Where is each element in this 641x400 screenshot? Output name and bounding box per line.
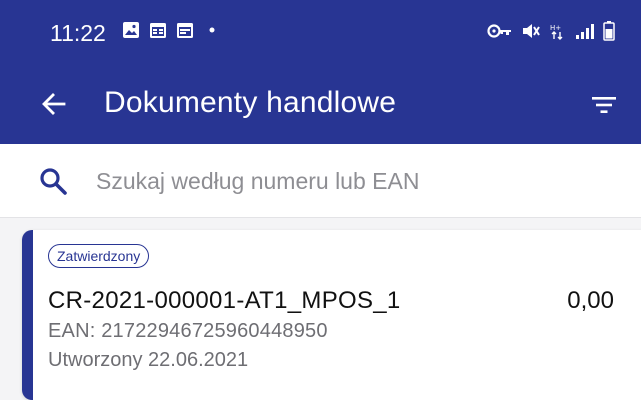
back-button[interactable]	[38, 88, 70, 120]
card-accent-bar	[22, 230, 33, 400]
document-created-date: Utworzony 22.06.2021	[48, 349, 249, 371]
document-ean: EAN: 21722946725960448950	[48, 320, 328, 342]
calendar-icon	[177, 23, 193, 38]
document-amount: 0,00	[567, 287, 614, 314]
mute-icon	[523, 24, 540, 38]
gallery-icon	[123, 22, 139, 38]
search-input[interactable]	[96, 164, 596, 198]
status-icons-left	[122, 21, 221, 39]
status-badge: Zatwierdzony	[48, 244, 150, 268]
document-card[interactable]: Zatwierdzony CR-2021-000001-AT1_MPOS_1 0…	[22, 230, 641, 400]
status-icons-right: H+	[487, 21, 615, 41]
hplus-icon: H+	[550, 24, 563, 40]
search-bar	[0, 144, 641, 218]
status-time: 11:22	[50, 20, 106, 46]
page-title: Dokumenty handlowe	[104, 86, 397, 119]
app-bar: Dokumenty handlowe	[0, 62, 641, 144]
battery-icon	[603, 21, 615, 41]
document-number: CR-2021-000001-AT1_MPOS_1	[48, 287, 401, 314]
arrow-left-icon	[42, 93, 66, 115]
filter-icon	[592, 97, 616, 113]
signal-icon	[576, 24, 594, 39]
search-icon[interactable]	[38, 166, 68, 196]
status-bar: 11:22 H+	[0, 0, 641, 62]
filter-button[interactable]	[589, 90, 619, 120]
calendar-icon	[150, 23, 166, 38]
key-icon	[487, 24, 511, 38]
svg-text:H+: H+	[550, 24, 561, 32]
dot-icon	[209, 27, 215, 33]
